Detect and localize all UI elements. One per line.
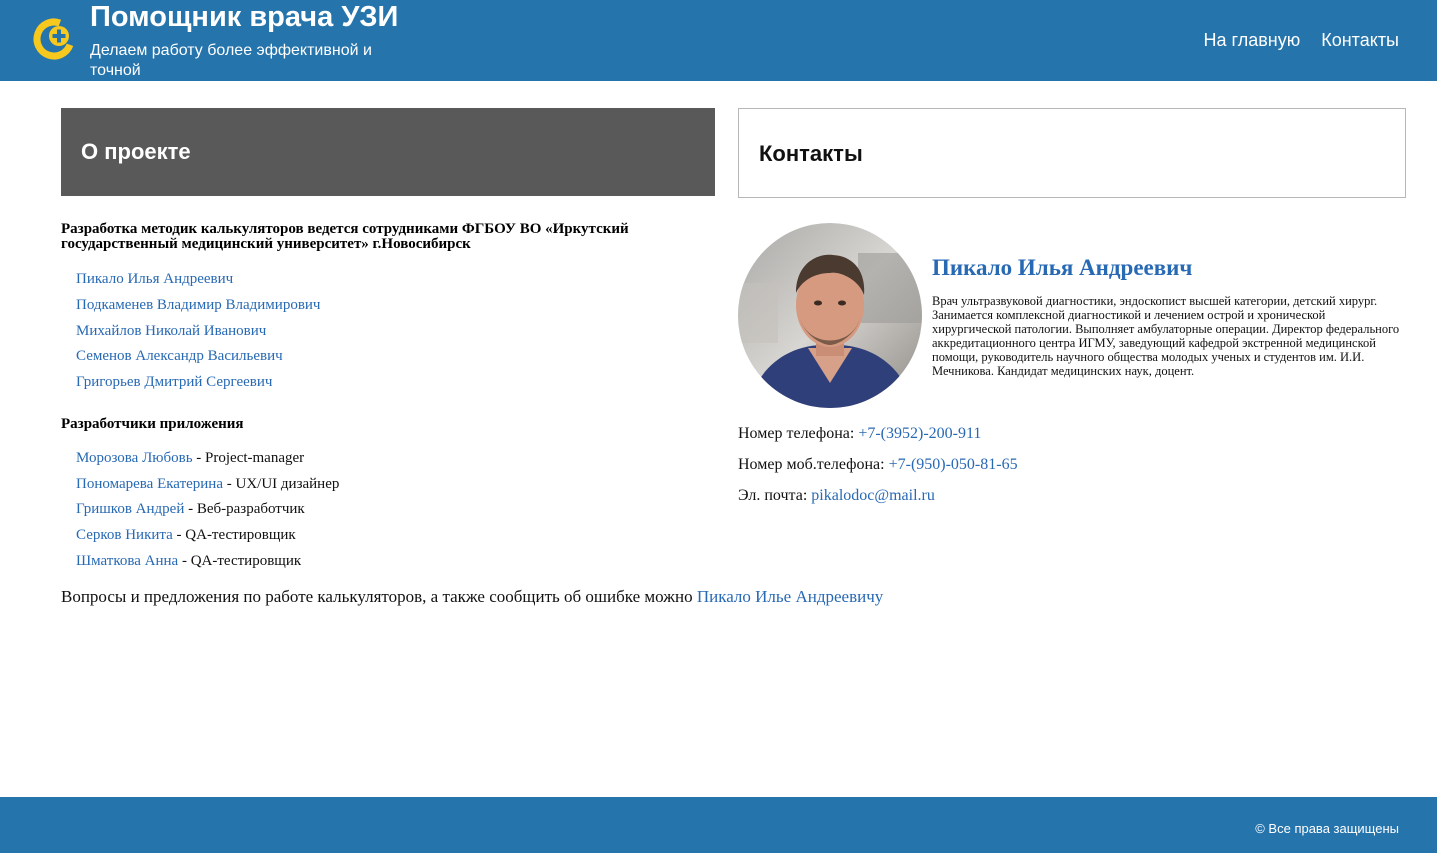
developer-link[interactable]: Гришков Андрей (76, 501, 184, 517)
doctor-photo (738, 223, 922, 408)
site-subtitle: Делаем работу более эффективной и точной (90, 42, 372, 79)
site-header: Помощник врача УЗИ Делаем работу более э… (0, 0, 1437, 81)
list-item: Григорьев Дмитрий Сергеевич (76, 373, 320, 399)
questions-text: Вопросы и предложения по работе калькуля… (61, 588, 883, 606)
questions-label: Вопросы и предложения по работе калькуля… (61, 587, 697, 606)
staff-link[interactable]: Григорьев Дмитрий Сергеевич (76, 374, 272, 390)
developer-link[interactable]: Морозова Любовь (76, 450, 193, 466)
developer-link[interactable]: Пономарева Екатерина (76, 476, 223, 492)
about-title: О проекте (81, 139, 191, 164)
mobile-line: Номер моб.телефона: +7-(950)-050-81-65 (738, 456, 1018, 474)
list-item: Семенов Александр Васильевич (76, 347, 320, 373)
list-item: Пикало Илья Андреевич (76, 270, 320, 296)
developer-link[interactable]: Серков Никита (76, 527, 173, 543)
doctor-name: Пикало Илья Андреевич (932, 255, 1193, 280)
phone-link[interactable]: +7-(3952)-200-911 (858, 425, 981, 442)
about-header-box: О проекте (61, 108, 715, 196)
developer-role: - Веб-разработчик (184, 501, 305, 518)
developers-list: Морозова Любовь - Project-manager Понома… (76, 450, 339, 578)
list-item: Морозова Любовь - Project-manager (76, 450, 339, 476)
contacts-title: Контакты (759, 141, 863, 166)
list-item: Михайлов Николай Иванович (76, 322, 320, 348)
organization-text: Разработка методик калькуляторов ведется… (61, 221, 629, 252)
contacts-header-box: Контакты (738, 108, 1406, 198)
mobile-label: Номер моб.телефона: (738, 456, 889, 473)
list-item: Серков Никита - QA-тестировщик (76, 527, 339, 553)
developer-role: - Project-manager (192, 450, 305, 466)
phone-label: Номер телефона: (738, 425, 859, 442)
site-footer: © Все права защищены (0, 797, 1437, 853)
developer-role: - QA-тестировщик (178, 552, 302, 569)
nav-home-link[interactable]: На главную (1204, 30, 1301, 50)
staff-list: Пикало Илья Андреевич Подкаменев Владими… (76, 270, 320, 399)
medical-cross-logo-icon[interactable] (32, 17, 76, 61)
developer-link[interactable]: Шматкова Анна (76, 553, 178, 569)
phone-line: Номер телефона: +7-(3952)-200-911 (738, 425, 981, 443)
email-line: Эл. почта: pikalodoc@mail.ru (738, 487, 935, 505)
developer-role: - UX/UI дизайнер (223, 475, 340, 492)
list-item: Шматкова Анна - QA-тестировщик (76, 553, 339, 579)
staff-link[interactable]: Подкаменев Владимир Владимирович (76, 297, 320, 313)
staff-link[interactable]: Михайлов Николай Иванович (76, 323, 266, 339)
developer-role: - QA-тестировщик (172, 527, 296, 544)
site-title: Помощник врача УЗИ (90, 1, 399, 33)
questions-contact-link[interactable]: Пикало Илье Андреевичу (697, 587, 883, 606)
main-nav: На главную Контакты (1204, 30, 1399, 50)
email-link[interactable]: pikalodoc@mail.ru (811, 487, 935, 504)
developers-heading: Разработчики приложения (61, 416, 244, 432)
staff-link[interactable]: Пикало Илья Андреевич (76, 271, 233, 287)
list-item: Пономарева Екатерина - UX/UI дизайнер (76, 476, 339, 502)
list-item: Гришков Андрей - Веб-разработчик (76, 501, 339, 527)
email-label: Эл. почта: (738, 487, 812, 504)
copyright-text: © Все права защищены (1255, 821, 1399, 836)
mobile-link[interactable]: +7-(950)-050-81-65 (889, 456, 1018, 473)
doctor-description: Врач ультразвуковой диагностики, эндоско… (932, 294, 1400, 378)
nav-contacts-link[interactable]: Контакты (1321, 30, 1399, 50)
staff-link[interactable]: Семенов Александр Васильевич (76, 348, 283, 364)
list-item: Подкаменев Владимир Владимирович (76, 296, 320, 322)
